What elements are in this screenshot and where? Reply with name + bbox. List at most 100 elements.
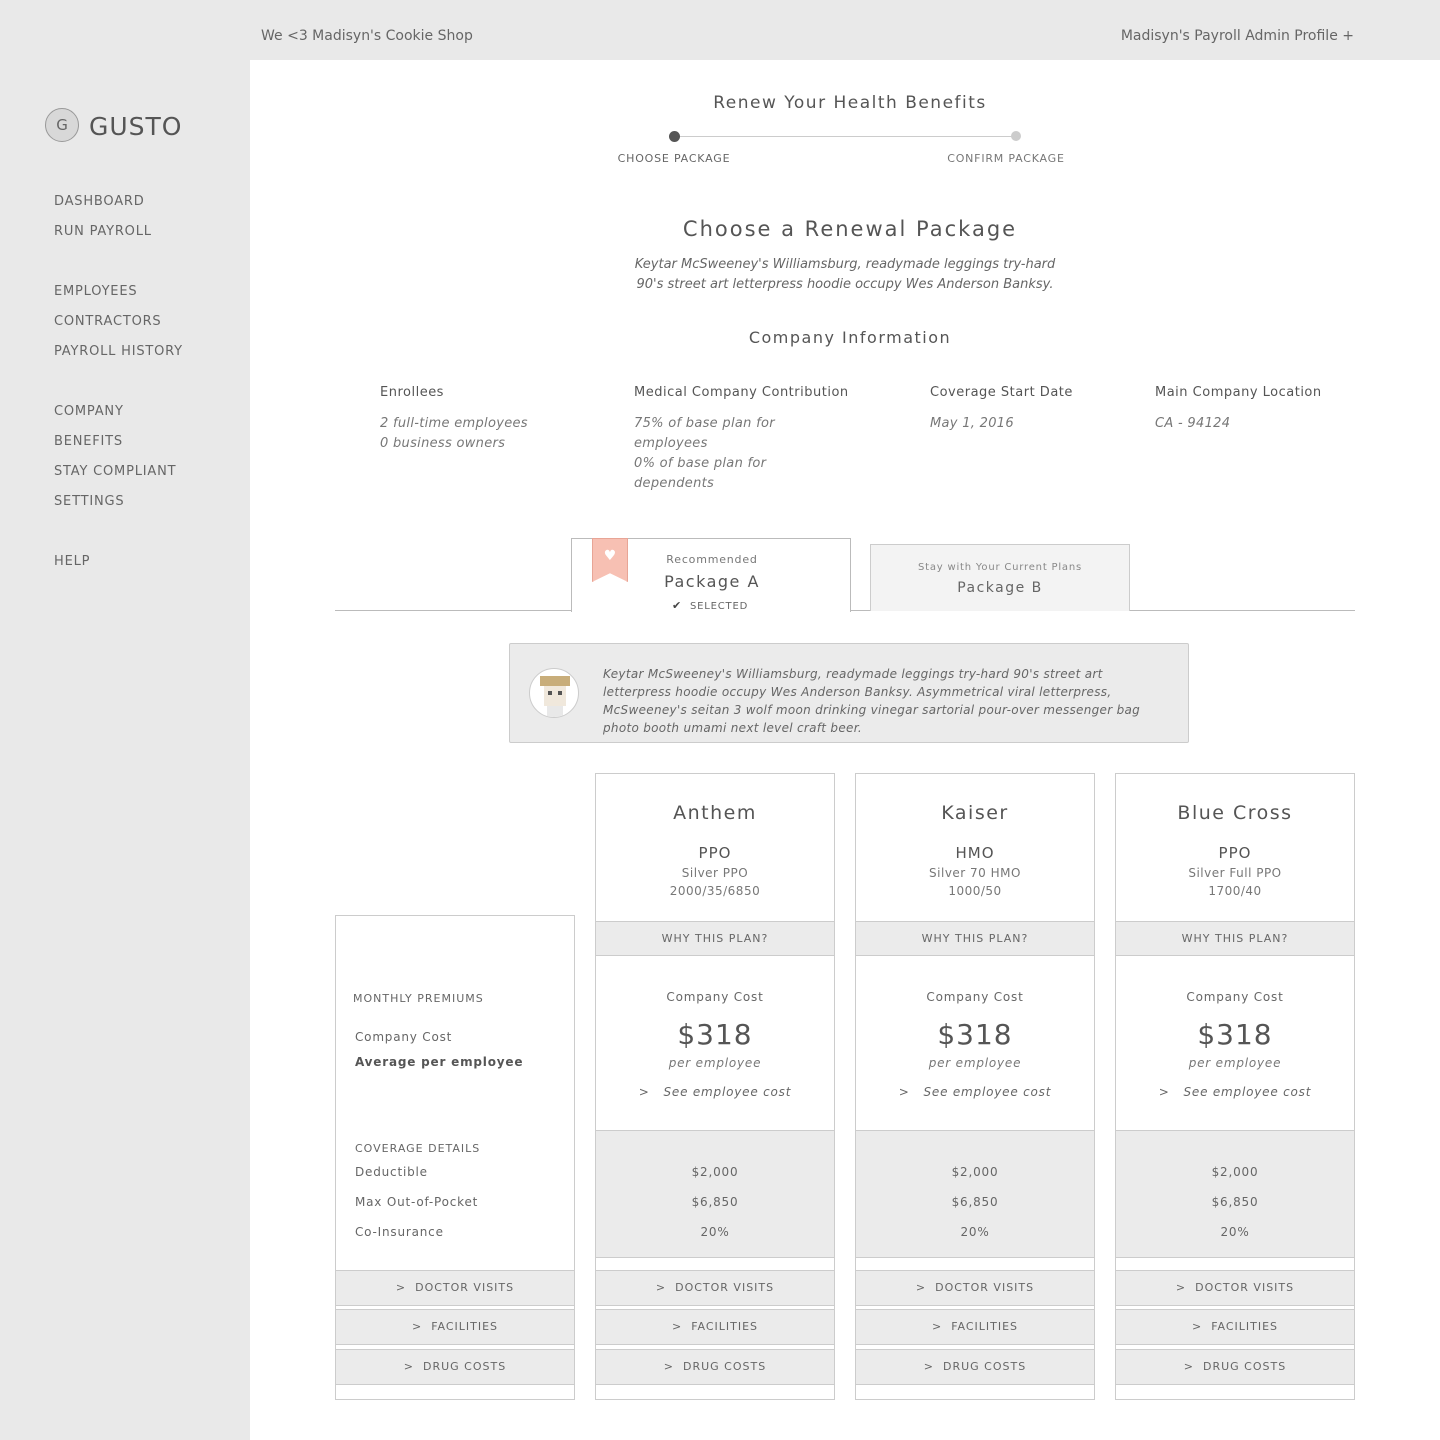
chevron-right-icon: >	[655, 1281, 667, 1294]
drug-costs-label: DRUG COSTS	[683, 1360, 767, 1373]
sidebar-item-run-payroll[interactable]: RUN PAYROLL	[54, 224, 152, 239]
plan-tier: Silver 70 HMO	[929, 866, 1021, 880]
drug-costs-label: DRUG COSTS	[423, 1360, 507, 1373]
plan-card-kaiser: Kaiser HMO Silver 70 HMO 1000/50 WHY THI…	[855, 773, 1095, 1400]
doctor-visits-label: DOCTOR VISITS	[1195, 1281, 1295, 1294]
step-choose-dot	[669, 131, 680, 142]
chevron-right-icon: >	[638, 1085, 650, 1099]
logo-icon[interactable]: G	[45, 108, 79, 142]
per-employee-label: per employee	[668, 1056, 762, 1070]
advisor-avatar	[529, 668, 579, 718]
max-oop-value: $6,850	[951, 1195, 999, 1209]
facilities-toggle[interactable]: > FACILITIES	[856, 1309, 1094, 1345]
enrollees-line2: 0 business owners	[380, 436, 506, 451]
plan-code: 2000/35/6850	[669, 884, 761, 898]
doctor-visits-toggle[interactable]: > DOCTOR VISITS	[856, 1270, 1094, 1306]
doctor-visits-toggle[interactable]: > DOCTOR VISITS	[596, 1270, 834, 1306]
sidebar-item-payroll-history[interactable]: PAYROLL HISTORY	[54, 344, 183, 359]
start-date-label: Coverage Start Date	[930, 385, 1073, 400]
why-this-plan-button[interactable]: WHY THIS PLAN?	[596, 921, 834, 956]
sidebar-item-contractors[interactable]: CONTRACTORS	[54, 314, 161, 329]
contribution-line2: 0% of base plan for dependents	[634, 456, 767, 491]
company-cost-value: $318	[937, 1018, 1013, 1051]
drug-costs-toggle[interactable]: > DRUG COSTS	[1116, 1349, 1354, 1385]
intro-text: Keytar McSweeney's Williamsburg, readyma…	[634, 257, 1056, 292]
doctor-visits-toggle[interactable]: > DOCTOR VISITS	[336, 1270, 574, 1306]
step-choose-label: CHOOSE PACKAGE	[617, 152, 731, 165]
chevron-right-icon: >	[1191, 1320, 1203, 1333]
see-employee-cost-link[interactable]: > See employee cost	[856, 1085, 1094, 1099]
chevron-right-icon: >	[898, 1085, 910, 1099]
tab-package-a-title: Package A	[664, 572, 760, 591]
avg-per-employee-label: Average per employee	[355, 1055, 524, 1069]
sidebar-item-company[interactable]: COMPANY	[54, 404, 124, 419]
chevron-right-icon: >	[1175, 1281, 1187, 1294]
per-employee-label: per employee	[1188, 1056, 1282, 1070]
chevron-right-icon: >	[663, 1360, 674, 1373]
chevron-right-icon: >	[395, 1281, 407, 1294]
section-heading: Choose a Renewal Package	[682, 217, 1018, 241]
chevron-right-icon: >	[931, 1320, 943, 1333]
plan-card-anthem: Anthem PPO Silver PPO 2000/35/6850 WHY T…	[595, 773, 835, 1400]
coinsurance-value: 20%	[1220, 1225, 1250, 1239]
sidebar-item-employees[interactable]: EMPLOYEES	[54, 284, 137, 299]
company-cost-label: Company Cost	[926, 990, 1024, 1004]
plan-name: Kaiser	[941, 802, 1009, 824]
drug-costs-toggle[interactable]: > DRUG COSTS	[856, 1349, 1094, 1385]
profile-menu[interactable]: Madisyn's Payroll Admin Profile +	[1121, 28, 1354, 44]
coinsurance-value: 20%	[700, 1225, 730, 1239]
drug-costs-toggle[interactable]: > DRUG COSTS	[336, 1349, 574, 1385]
step-confirm-label: CONFIRM PACKAGE	[947, 152, 1065, 165]
location-value: CA - 94124	[1155, 416, 1231, 431]
deductible-value: $2,000	[691, 1165, 739, 1179]
advisor-text: Keytar McSweeney's Williamsburg, readyma…	[603, 667, 1141, 735]
facilities-toggle[interactable]: > FACILITIES	[1116, 1309, 1354, 1345]
see-employee-cost-link[interactable]: > See employee cost	[596, 1085, 834, 1099]
sidebar-item-dashboard[interactable]: DASHBOARD	[54, 194, 145, 209]
doctor-visits-label: DOCTOR VISITS	[675, 1281, 775, 1294]
sidebar-item-settings[interactable]: SETTINGS	[54, 494, 124, 509]
tab-package-b-title: Package B	[957, 580, 1043, 596]
page-title: Renew Your Health Benefits	[713, 93, 987, 113]
plan-name: Anthem	[673, 802, 757, 824]
drug-costs-toggle[interactable]: > DRUG COSTS	[596, 1349, 834, 1385]
enrollees-label: Enrollees	[380, 385, 444, 400]
why-this-plan-button[interactable]: WHY THIS PLAN?	[1116, 921, 1354, 956]
company-cost-value: $318	[1197, 1018, 1273, 1051]
see-employee-cost-link[interactable]: > See employee cost	[1116, 1085, 1354, 1099]
check-icon: ✔	[672, 599, 682, 612]
facilities-toggle[interactable]: > FACILITIES	[336, 1309, 574, 1345]
contribution-line1: 75% of base plan for employees	[634, 416, 775, 451]
sidebar	[0, 60, 250, 1440]
max-oop-value: $6,850	[1211, 1195, 1259, 1209]
sidebar-item-help[interactable]: HELP	[54, 554, 90, 569]
facilities-label: FACILITIES	[1211, 1320, 1279, 1333]
plan-tier: Silver PPO	[681, 866, 749, 880]
sidebar-item-stay-compliant[interactable]: STAY COMPLIANT	[54, 464, 176, 479]
deductible-value: $2,000	[951, 1165, 999, 1179]
sidebar-item-benefits[interactable]: BENEFITS	[54, 434, 123, 449]
max-oop-label: Max Out-of-Pocket	[355, 1195, 479, 1209]
plan-code: 1000/50	[948, 884, 1002, 898]
tab-package-b-subtitle: Stay with Your Current Plans	[917, 562, 1083, 573]
why-this-plan-button[interactable]: WHY THIS PLAN?	[856, 921, 1094, 956]
coinsurance-value: 20%	[960, 1225, 990, 1239]
chevron-right-icon: >	[403, 1360, 414, 1373]
tab-package-b[interactable]	[870, 544, 1130, 611]
plan-name: Blue Cross	[1177, 802, 1293, 824]
company-cost-label: Company Cost	[355, 1030, 453, 1044]
doctor-visits-label: DOCTOR VISITS	[415, 1281, 515, 1294]
logo-text[interactable]: GUSTO	[89, 112, 183, 141]
deductible-label: Deductible	[355, 1165, 428, 1179]
plan-labels-card: MONTHLY PREMIUMS Company Cost Average pe…	[335, 915, 575, 1400]
plan-type: PPO	[1218, 844, 1252, 862]
plan-card-blue-cross: Blue Cross PPO Silver Full PPO 1700/40 W…	[1115, 773, 1355, 1400]
monthly-premiums-label: MONTHLY PREMIUMS	[353, 992, 484, 1005]
doctor-visits-toggle[interactable]: > DOCTOR VISITS	[1116, 1270, 1354, 1306]
coverage-details: $2,000 $6,850 20%	[856, 1130, 1094, 1258]
facilities-toggle[interactable]: > FACILITIES	[596, 1309, 834, 1345]
per-employee-label: per employee	[928, 1056, 1022, 1070]
coinsurance-label: Co-Insurance	[355, 1225, 444, 1239]
company-name[interactable]: We <3 Madisyn's Cookie Shop	[261, 28, 473, 44]
coverage-details: $2,000 $6,850 20%	[1116, 1130, 1354, 1258]
